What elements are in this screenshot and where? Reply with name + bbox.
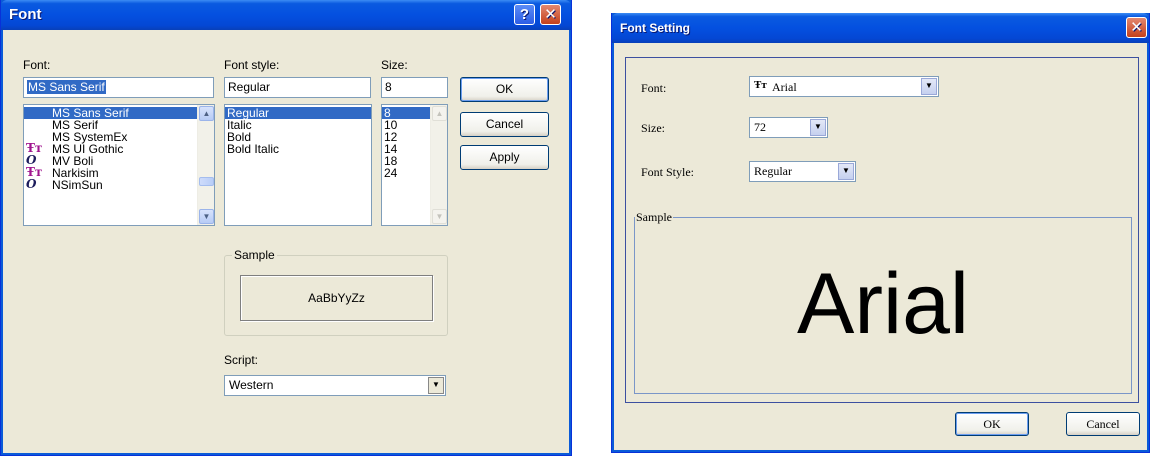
size-input[interactable]: 8 bbox=[381, 77, 448, 98]
font-list-item[interactable]: Ŧᴛ Narkisim bbox=[24, 166, 197, 179]
close-button[interactable]: ✕ bbox=[540, 4, 561, 25]
font-list-item[interactable]: O MV Boli bbox=[24, 154, 197, 167]
font-name-value: MS Sans Serif bbox=[27, 80, 106, 94]
sample-label: Sample bbox=[232, 248, 277, 262]
font-style-value: Regular bbox=[228, 80, 271, 94]
close-icon: ✕ bbox=[1130, 19, 1143, 36]
font-list-item-label: NSimSun bbox=[52, 178, 103, 192]
font-style-input[interactable]: Regular bbox=[224, 77, 371, 98]
setting-ok-label: OK bbox=[983, 417, 1001, 431]
size-list-scrollbar[interactable]: ▲ ▼ bbox=[430, 105, 447, 225]
scroll-down-icon[interactable]: ▼ bbox=[432, 209, 447, 224]
setting-style-select[interactable]: Regular ▼ bbox=[749, 161, 856, 182]
scroll-thumb[interactable] bbox=[199, 177, 214, 186]
setting-font-select[interactable]: Ŧᴛ Arial ▼ bbox=[749, 76, 939, 97]
help-icon: ? bbox=[519, 6, 530, 23]
apply-button-label: Apply bbox=[489, 150, 520, 164]
font-list-item[interactable]: MS Sans Serif bbox=[24, 107, 197, 119]
close-button[interactable]: ✕ bbox=[1126, 17, 1147, 38]
truetype-icon: Ŧᴛ bbox=[754, 79, 767, 91]
ok-button-label: OK bbox=[495, 82, 514, 96]
font-list-item[interactable]: Ŧᴛ MS UI Gothic bbox=[24, 142, 197, 155]
font-dialog: Font ? ✕ Font: MS Sans Serif MS Sans Ser… bbox=[0, 0, 572, 456]
style-list-item[interactable]: Bold Italic bbox=[225, 143, 371, 155]
font-dialog-title: Font bbox=[9, 6, 42, 23]
setting-size-select[interactable]: 72 ▼ bbox=[749, 117, 828, 138]
size-list-item-label: 24 bbox=[384, 166, 398, 180]
cancel-button[interactable]: Cancel bbox=[460, 112, 549, 137]
font-name-input[interactable]: MS Sans Serif bbox=[23, 77, 214, 98]
opentype-icon: O bbox=[26, 177, 37, 191]
font-style-list[interactable]: Regular Italic Bold Bold Italic bbox=[224, 104, 372, 226]
script-value: Western bbox=[229, 378, 274, 392]
font-list[interactable]: MS Sans Serif MS Serif MS SystemEx Ŧᴛ MS UI … bbox=[23, 104, 215, 226]
setting-style-value: Regular bbox=[754, 164, 792, 178]
size-list-item[interactable]: 24 bbox=[382, 167, 430, 179]
setting-sample-text: Arial bbox=[796, 256, 970, 352]
setting-sample-preview: Arial bbox=[634, 239, 1132, 369]
scroll-up-icon[interactable]: ▲ bbox=[199, 106, 214, 121]
setting-font-label: Font: bbox=[641, 81, 667, 95]
script-label: Script: bbox=[224, 353, 259, 367]
font-setting-dialog: Font Setting ✕ Font: Ŧᴛ Arial ▼ Size: 72… bbox=[611, 13, 1150, 453]
font-label: Font: bbox=[23, 58, 51, 72]
sample-preview: AaBbYyZz bbox=[240, 275, 433, 321]
scroll-up-icon[interactable]: ▲ bbox=[432, 106, 447, 121]
setting-style-label: Font Style: bbox=[641, 165, 695, 179]
size-list[interactable]: 8 10 12 14 18 24 ▲ ▼ bbox=[381, 104, 448, 226]
size-value: 8 bbox=[385, 80, 392, 94]
chevron-down-icon[interactable]: ▼ bbox=[428, 377, 444, 394]
chevron-down-icon[interactable]: ▼ bbox=[838, 163, 854, 180]
font-setting-titlebar[interactable]: Font Setting ✕ bbox=[612, 13, 1149, 43]
help-button[interactable]: ? bbox=[514, 4, 535, 25]
apply-button[interactable]: Apply bbox=[460, 145, 549, 170]
font-list-items: MS Sans Serif MS Serif MS SystemEx Ŧᴛ MS UI … bbox=[24, 107, 197, 191]
chevron-down-icon[interactable]: ▼ bbox=[810, 119, 826, 136]
font-list-scrollbar[interactable]: ▲ ▼ bbox=[197, 105, 214, 225]
style-list-item-label: Bold Italic bbox=[227, 142, 280, 156]
setting-cancel-button[interactable]: Cancel bbox=[1066, 412, 1140, 436]
size-label: Size: bbox=[381, 58, 408, 72]
setting-ok-button[interactable]: OK bbox=[955, 412, 1029, 436]
close-icon: ✕ bbox=[544, 6, 557, 23]
font-style-label: Font style: bbox=[224, 58, 280, 72]
ok-button[interactable]: OK bbox=[460, 77, 549, 102]
setting-size-label: Size: bbox=[641, 121, 665, 135]
size-list-items: 8 10 12 14 18 24 bbox=[382, 107, 430, 179]
font-dialog-titlebar[interactable]: Font ? ✕ bbox=[1, 0, 571, 30]
font-setting-title: Font Setting bbox=[620, 21, 690, 35]
script-select[interactable]: Western ▼ bbox=[224, 375, 446, 396]
scroll-down-icon[interactable]: ▼ bbox=[199, 209, 214, 224]
chevron-down-icon[interactable]: ▼ bbox=[921, 78, 937, 95]
sample-text: AaBbYyZz bbox=[308, 291, 365, 305]
setting-font-value: Arial bbox=[772, 80, 797, 94]
font-list-item[interactable]: O NSimSun bbox=[24, 177, 197, 192]
setting-size-value: 72 bbox=[754, 120, 766, 134]
style-list-items: Regular Italic Bold Bold Italic bbox=[225, 107, 371, 155]
setting-sample-label: Sample bbox=[635, 210, 673, 225]
cancel-button-label: Cancel bbox=[485, 117, 524, 131]
setting-cancel-label: Cancel bbox=[1086, 417, 1120, 431]
